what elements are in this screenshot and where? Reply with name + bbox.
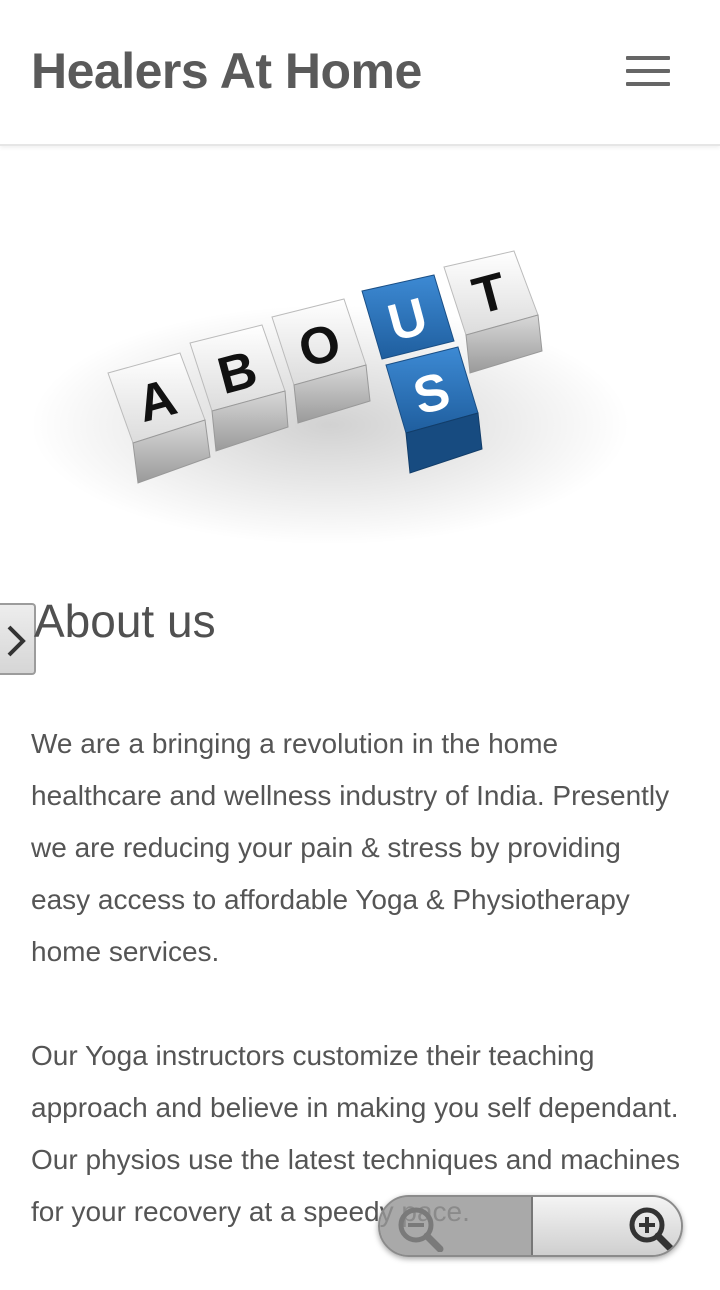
page-heading: About us — [34, 595, 216, 647]
zoom-in-button[interactable] — [533, 1197, 681, 1255]
intro-paragraph: We are a bringing a revolution in the ho… — [31, 728, 670, 967]
hamburger-menu-icon[interactable] — [622, 52, 674, 92]
zoom-control — [378, 1195, 683, 1257]
zoom-out-button[interactable] — [380, 1197, 533, 1255]
side-nav-toggle[interactable] — [0, 603, 36, 675]
about-us-cubes-image: A B O U T S — [30, 205, 650, 550]
chevron-right-icon — [7, 625, 26, 657]
site-header: Healers At Home — [0, 0, 720, 146]
site-title[interactable]: Healers At Home — [31, 42, 422, 100]
zoom-out-icon — [398, 1207, 444, 1252]
zoom-in-icon — [629, 1207, 675, 1252]
